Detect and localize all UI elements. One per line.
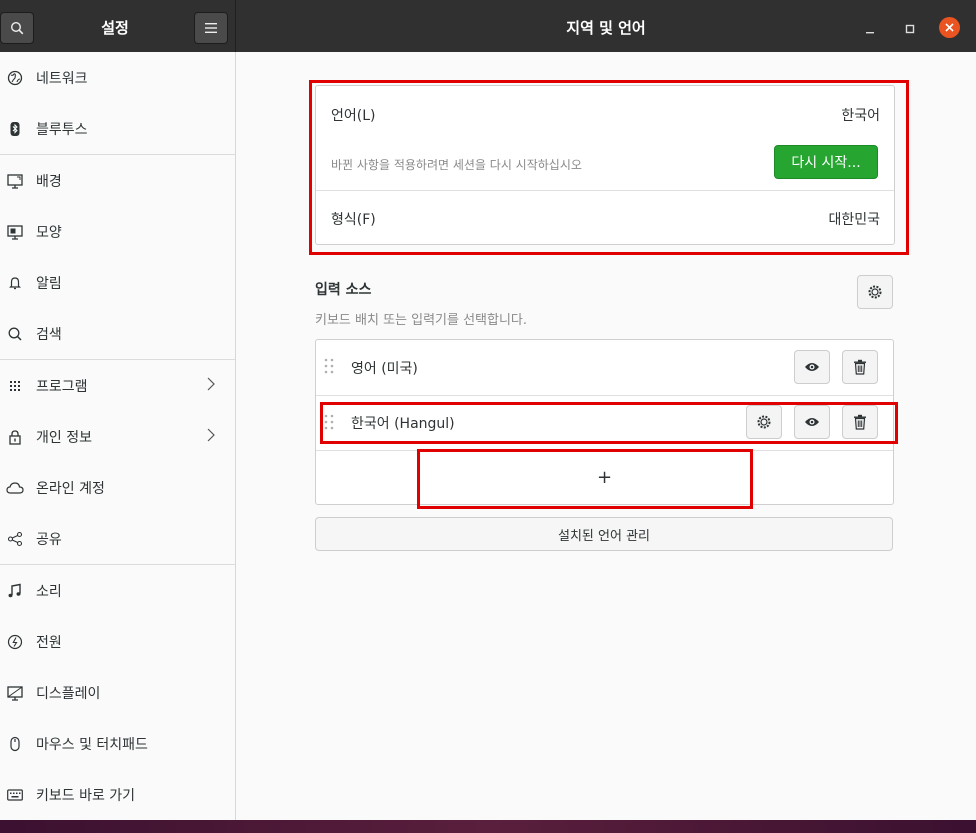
background-icon (6, 172, 24, 190)
network-icon (6, 69, 24, 87)
sidebar-item-power[interactable]: 전원 (0, 616, 235, 667)
lock-icon (6, 428, 24, 446)
restart-button[interactable]: 다시 시작... (774, 145, 878, 179)
remove-input-source-button[interactable] (842, 350, 878, 384)
close-icon (945, 23, 954, 32)
drag-handle-icon[interactable] (324, 358, 334, 378)
chevron-right-icon (207, 377, 215, 395)
maximize-icon (905, 24, 915, 34)
sidebar-item-privacy[interactable]: 개인 정보 (0, 411, 235, 462)
bell-icon (6, 274, 24, 292)
formats-value: 대한민국 (828, 212, 880, 228)
main-content: 언어(L) 한국어 바뀐 사항을 적용하려면 세션을 다시 시작하십시오 다시 … (236, 52, 976, 820)
sidebar-item-label: 검색 (36, 326, 62, 343)
sidebar-item-label: 마우스 및 터치패드 (36, 736, 148, 753)
maximize-button[interactable] (900, 19, 920, 39)
sidebar-item-background[interactable]: 배경 (0, 155, 235, 206)
minimize-icon (866, 32, 874, 34)
sidebar-header: 설정 (0, 0, 236, 52)
bluetooth-icon (6, 120, 24, 138)
close-button[interactable] (939, 17, 960, 38)
music-note-icon (6, 582, 24, 600)
sidebar-item-label: 프로그램 (36, 378, 88, 395)
input-source-settings-button[interactable] (746, 405, 782, 439)
sidebar-item-label: 키보드 바로 가기 (36, 787, 136, 804)
sidebar-item-search[interactable]: 검색 (0, 308, 235, 359)
sidebar-title: 설정 (101, 19, 129, 37)
input-source-label: 영어 (미국) (351, 361, 418, 377)
sidebar-item-label: 블루투스 (36, 121, 88, 138)
sidebar-item-mouse-touchpad[interactable]: 마우스 및 터치패드 (0, 718, 235, 769)
sidebar-item-label: 모양 (36, 224, 62, 241)
menu-button[interactable] (194, 12, 228, 44)
sidebar: 네트워크 블루투스 배경 모양 알림 검색 프로그램 개인 정보 온라인 계정 … (0, 52, 236, 820)
sidebar-item-appearance[interactable]: 모양 (0, 206, 235, 257)
formats-row[interactable]: 형식(F) 대한민국 (316, 191, 894, 244)
remove-input-source-button[interactable] (842, 405, 878, 439)
sidebar-item-keyboard-shortcuts[interactable]: 키보드 바로 가기 (0, 769, 235, 820)
language-row[interactable]: 언어(L) 한국어 (316, 86, 894, 142)
sidebar-item-displays[interactable]: 디스플레이 (0, 667, 235, 718)
sidebar-item-label: 배경 (36, 173, 62, 190)
restart-hint: 바뀐 사항을 적용하려면 세션을 다시 시작하십시오 (331, 158, 582, 172)
search-icon (6, 325, 24, 343)
eye-icon (805, 363, 819, 371)
sidebar-item-label: 공유 (36, 531, 62, 548)
preview-layout-button[interactable] (794, 405, 830, 439)
list-item[interactable]: 영어 (미국) (316, 340, 893, 395)
sidebar-item-label: 네트워크 (36, 70, 88, 87)
sidebar-item-applications[interactable]: 프로그램 (0, 360, 235, 411)
sidebar-item-network[interactable]: 네트워크 (0, 52, 235, 103)
input-sources-title: 입력 소스 (315, 282, 372, 298)
appearance-icon (6, 223, 24, 241)
sidebar-item-label: 알림 (36, 275, 62, 292)
plus-icon: + (596, 467, 613, 488)
gear-icon (757, 415, 771, 429)
sidebar-item-online-accounts[interactable]: 온라인 계정 (0, 462, 235, 513)
input-source-label: 한국어 (Hangul) (351, 416, 455, 432)
settings-window: 설정 지역 및 언어 네트워크 블루투스 배경 모양 알림 검색 프로그램 개인… (0, 0, 976, 820)
power-icon (6, 633, 24, 651)
keyboard-icon (6, 786, 24, 804)
display-icon (6, 684, 24, 702)
sidebar-item-sharing[interactable]: 공유 (0, 513, 235, 564)
cloud-icon (6, 479, 24, 497)
mouse-icon (6, 735, 24, 753)
sidebar-item-bluetooth[interactable]: 블루투스 (0, 103, 235, 154)
sidebar-item-sound[interactable]: 소리 (0, 565, 235, 616)
sidebar-item-notifications[interactable]: 알림 (0, 257, 235, 308)
manage-languages-button[interactable]: 설치된 언어 관리 (315, 517, 893, 551)
desktop-background (0, 820, 976, 833)
header-bar: 설정 지역 및 언어 (0, 0, 976, 52)
minimize-button[interactable] (860, 19, 880, 39)
apps-grid-icon (6, 377, 24, 395)
add-input-source-button[interactable]: + (316, 451, 893, 504)
chevron-right-icon (207, 428, 215, 446)
input-sources-options-button[interactable] (857, 275, 893, 309)
gear-icon (868, 285, 882, 299)
sidebar-item-label: 디스플레이 (36, 685, 101, 702)
trash-icon (854, 414, 866, 430)
share-icon (6, 530, 24, 548)
language-label: 언어(L) (331, 108, 376, 124)
sidebar-item-label: 전원 (36, 634, 62, 651)
sidebar-item-label: 온라인 계정 (36, 480, 105, 497)
drag-handle-icon[interactable] (324, 414, 334, 434)
list-item[interactable]: 한국어 (Hangul) (316, 396, 893, 450)
search-button[interactable] (0, 12, 34, 44)
trash-icon (854, 359, 866, 375)
sidebar-item-label: 소리 (36, 583, 62, 600)
language-value: 한국어 (841, 108, 880, 124)
input-sources-subtitle: 키보드 배치 또는 입력기를 선택합니다. (315, 313, 528, 328)
language-card: 언어(L) 한국어 바뀐 사항을 적용하려면 세션을 다시 시작하십시오 다시 … (315, 85, 895, 245)
search-icon (10, 21, 24, 35)
hamburger-menu-icon (205, 23, 217, 33)
formats-label: 형식(F) (331, 212, 376, 228)
eye-icon (805, 418, 819, 426)
input-sources-list: 영어 (미국) 한국어 (Hangul) + (315, 339, 894, 505)
preview-layout-button[interactable] (794, 350, 830, 384)
sidebar-item-label: 개인 정보 (36, 429, 92, 446)
